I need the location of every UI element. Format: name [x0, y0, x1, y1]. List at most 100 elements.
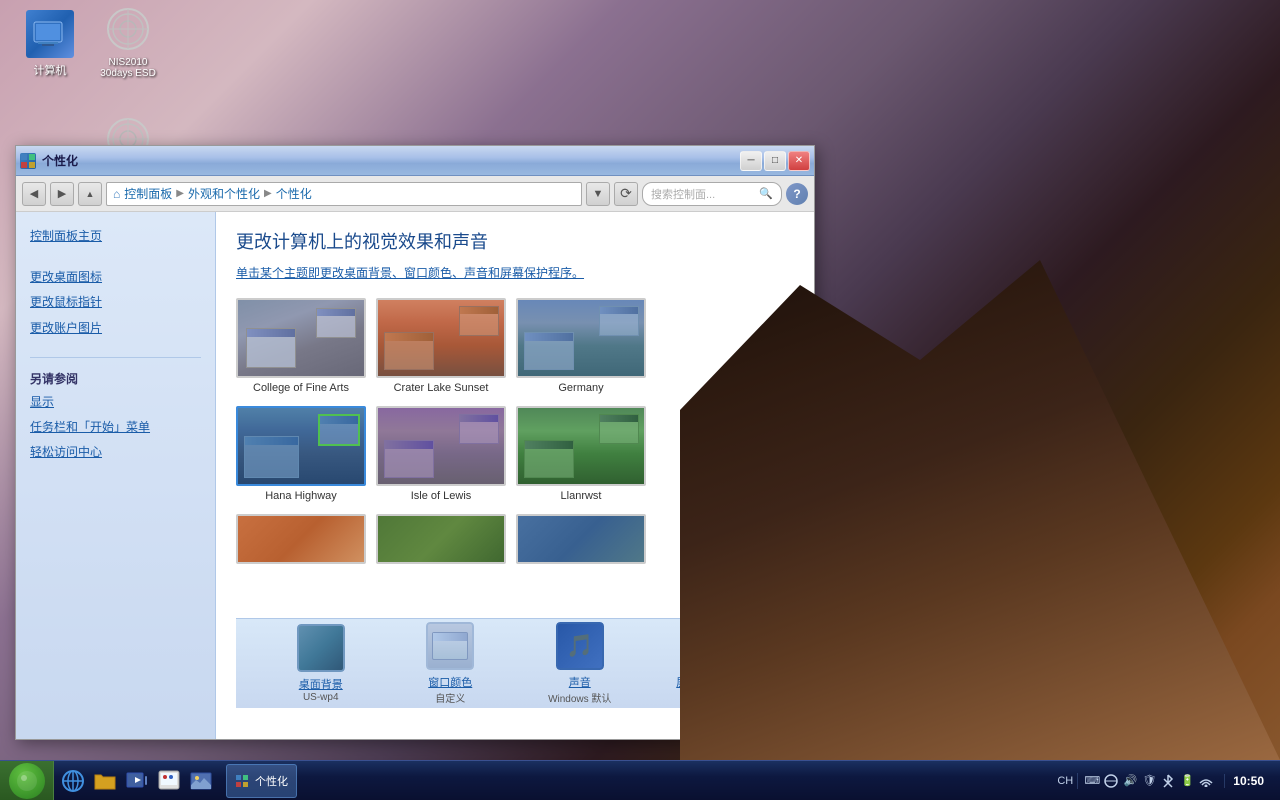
desktop-icon-recycle[interactable]: 回收站 [1186, 682, 1266, 750]
tray-battery[interactable]: 🔋 [1179, 773, 1195, 789]
search-box[interactable]: 搜索控制面... 🔍 [642, 182, 782, 206]
taskbar-folder-icon[interactable] [90, 766, 120, 796]
breadcrumb-home[interactable]: 控制面板 [124, 185, 172, 202]
sidebar-link-taskbar[interactable]: 任务栏和「开始」菜单 [16, 415, 215, 440]
taskbar-task-personalize[interactable]: 个性化 [226, 764, 297, 798]
desktop-tree [930, 360, 1130, 760]
bottom-toolbar: 桌面背景 US-wp4 窗口颜色 自定义 [236, 618, 794, 708]
taskbar-ie-icon[interactable] [58, 766, 88, 796]
taskbar-media-icon[interactable] [122, 766, 152, 796]
toolbar-color[interactable]: 窗口颜色 自定义 [395, 622, 505, 705]
taskbar-clock[interactable]: 10:50 [1224, 774, 1272, 788]
taskbar-paint-icon[interactable] [154, 766, 184, 796]
theme-college[interactable]: College of Fine Arts [236, 298, 366, 394]
toolbar-bg-icon [297, 624, 345, 672]
theme-college-thumb [236, 298, 366, 378]
theme-isle[interactable]: Isle of Lewis [376, 406, 506, 502]
start-orb [9, 763, 45, 799]
desktop: 计算机 NIS201030days ESD [0, 0, 1280, 800]
address-bar: ◀ ▶ ▲ ⌂ 控制面板 ▶ 外观和个性化 ▶ 个性化 ▼ ⟳ 搜索控制面...… [16, 176, 814, 212]
theme-germany-thumb [516, 298, 646, 378]
sidebar-link-desktop-icon[interactable]: 更改桌面图标 [16, 265, 215, 290]
theme-llanrwst-name: Llanrwst [561, 490, 602, 502]
tray-volume[interactable]: 🔊 [1122, 773, 1138, 789]
toolbar-screensaver[interactable]: 屏幕保护程序 无 [654, 622, 764, 705]
system-tray: ⌨ 🔊 🛡 🔋 [1077, 773, 1220, 789]
taskbar-photos-icon[interactable] [186, 766, 216, 796]
window-icon [20, 153, 36, 169]
dropdown-button[interactable]: ▼ [586, 182, 610, 206]
taskbar-task-label: 个性化 [255, 773, 288, 789]
toolbar-screensaver-sublabel: 无 [704, 690, 714, 705]
minimize-button[interactable]: ─ [740, 151, 762, 171]
home-icon: ⌂ [113, 187, 120, 201]
search-placeholder: 搜索控制面... [651, 186, 715, 202]
theme-llanrwst-thumb [516, 406, 646, 486]
desktop-icon-computer[interactable]: 计算机 [10, 10, 90, 78]
help-button[interactable]: ? [786, 183, 808, 205]
themes-scroll-area[interactable]: College of Fine Arts [236, 298, 794, 618]
theme-partial3[interactable] [516, 514, 646, 564]
maximize-button[interactable]: □ [764, 151, 786, 171]
refresh-button[interactable]: ⟳ [614, 182, 638, 206]
tray-bluetooth[interactable] [1160, 773, 1176, 789]
main-title: 更改计算机上的视觉效果和声音 [236, 228, 794, 254]
toolbar-color-label: 窗口颜色 [428, 674, 472, 690]
tray-network2[interactable] [1198, 773, 1214, 789]
desktop-icon-nis2010[interactable]: NIS201030days ESD [88, 5, 168, 79]
theme-partial3-thumb [516, 514, 646, 564]
title-bar: 个性化 ─ □ ✕ [16, 146, 814, 176]
theme-llanrwst[interactable]: Llanrwst [516, 406, 646, 502]
address-path[interactable]: ⌂ 控制面板 ▶ 外观和个性化 ▶ 个性化 [106, 182, 582, 206]
tray-ime[interactable]: CH [1057, 773, 1073, 789]
start-button[interactable] [0, 761, 54, 800]
sidebar-link-mouse[interactable]: 更改鼠标指针 [16, 290, 215, 315]
sidebar: 控制面板主页 更改桌面图标 更改鼠标指针 更改账户图片 另请参阅 显示 任务栏和… [16, 212, 216, 739]
desktop-icon-recycle-label: 回收站 [1210, 734, 1243, 750]
toolbar-bg[interactable]: 桌面背景 US-wp4 [266, 624, 376, 703]
theme-crater[interactable]: Crater Lake Sunset [376, 298, 506, 394]
toolbar-screensaver-label: 屏幕保护程序 [676, 674, 742, 690]
sidebar-link-main[interactable]: 控制面板主页 [16, 224, 215, 249]
tray-network[interactable] [1103, 773, 1119, 789]
breadcrumb-sep2: ▶ [264, 188, 272, 199]
theme-college-name: College of Fine Arts [253, 382, 349, 394]
toolbar-sound[interactable]: 🎵 声音 Windows 默认 [525, 622, 635, 705]
toolbar-sound-label: 声音 [569, 674, 591, 690]
sidebar-link-display[interactable]: 显示 [16, 390, 215, 415]
breadcrumb-level2[interactable]: 外观和个性化 [188, 185, 260, 202]
toolbar-color-icon [426, 622, 474, 670]
close-button[interactable]: ✕ [788, 151, 810, 171]
toolbar-bg-sublabel: US-wp4 [303, 692, 339, 703]
sidebar-link-accessibility[interactable]: 轻松访问中心 [16, 440, 215, 465]
tray-antivirus[interactable]: 🛡 [1141, 773, 1157, 789]
clock-time: 10:50 [1233, 774, 1264, 788]
theme-partial2-thumb [376, 514, 506, 564]
theme-partial2[interactable] [376, 514, 506, 564]
sidebar-link-account-pic[interactable]: 更改账户图片 [16, 316, 215, 341]
breadcrumb-sep1: ▶ [176, 188, 184, 199]
tray-keyboard[interactable]: ⌨ [1084, 773, 1100, 789]
back-button[interactable]: ◀ [22, 182, 46, 206]
taskbar-right: CH ⌨ 🔊 🛡 🔋 [1057, 773, 1280, 789]
theme-partial1[interactable] [236, 514, 366, 564]
main-subtitle: 单击某个主题即更改桌面背景、窗口颜色、声音和屏幕保护程序。 [236, 264, 794, 282]
sidebar-main: 控制面板主页 [16, 224, 215, 249]
breadcrumb-level3[interactable]: 个性化 [276, 185, 312, 202]
sidebar-see-also: 另请参阅 显示 任务栏和「开始」菜单 轻松访问中心 [16, 362, 215, 466]
main-panel: 更改计算机上的视觉效果和声音 单击某个主题即更改桌面背景、窗口颜色、声音和屏幕保… [216, 212, 814, 739]
forward-button[interactable]: ▶ [50, 182, 74, 206]
personalization-window: 个性化 ─ □ ✕ ◀ ▶ ▲ ⌂ 控制面板 ▶ 外观和个性化 ▶ 个性化 ▼ … [15, 145, 815, 740]
desktop-icon-computer-label: 计算机 [34, 62, 67, 78]
taskbar: 个性化 CH ⌨ 🔊 🛡 [0, 760, 1280, 800]
taskbar-pinned [54, 766, 220, 796]
theme-crater-thumb [376, 298, 506, 378]
theme-hana[interactable]: Hana Highway [236, 406, 366, 502]
theme-hana-name: Hana Highway [265, 490, 337, 502]
theme-germany[interactable]: Germany [516, 298, 646, 394]
toolbar-sound-sublabel: Windows 默认 [548, 690, 611, 705]
up-button[interactable]: ▲ [78, 182, 102, 206]
window-controls: ─ □ ✕ [740, 151, 810, 171]
themes-grid: College of Fine Arts [236, 298, 794, 564]
sidebar-links: 更改桌面图标 更改鼠标指针 更改账户图片 [16, 265, 215, 341]
